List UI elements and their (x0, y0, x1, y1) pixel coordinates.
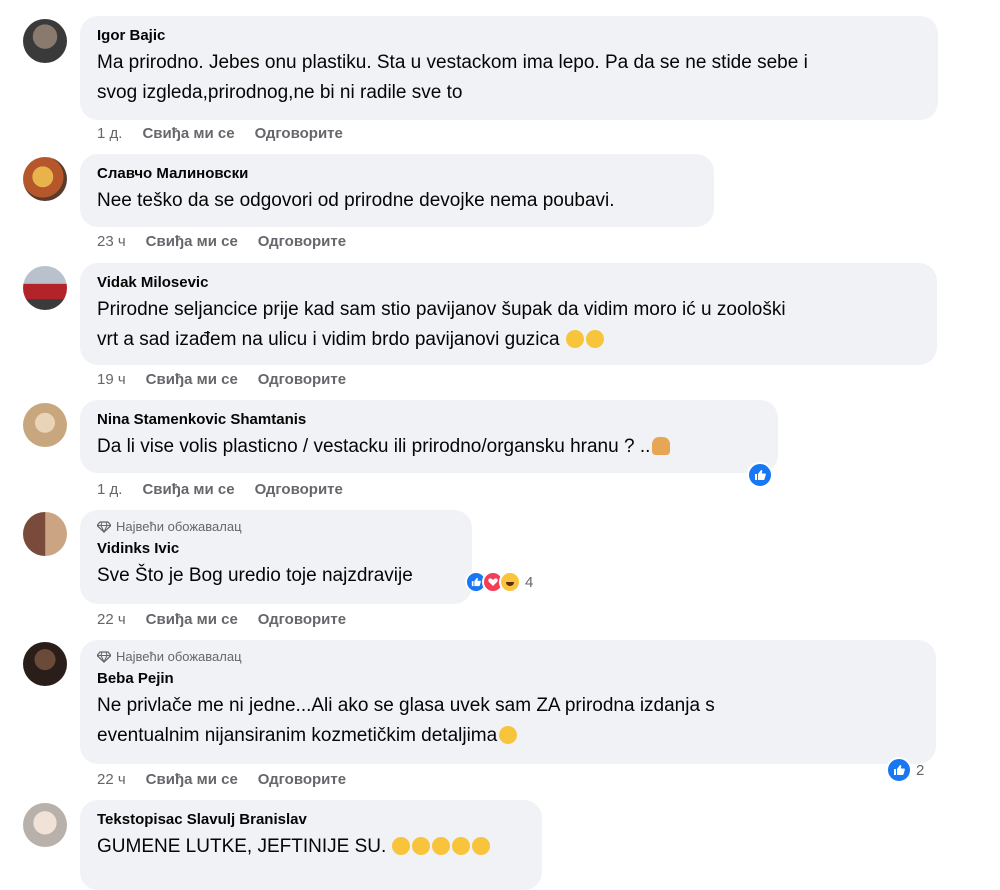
diamond-icon (97, 521, 111, 533)
comment-time[interactable]: 22 ч (97, 611, 126, 628)
smiling-face-emoji-icon (499, 726, 518, 744)
avatar[interactable] (23, 19, 67, 63)
avatar[interactable] (23, 157, 67, 201)
sad-face-emoji-icon (565, 330, 584, 348)
reaction-count: 2 (916, 761, 925, 779)
avatar[interactable] (23, 403, 67, 447)
like-button[interactable]: Свиђа ми се (142, 125, 234, 142)
comment-time[interactable]: 1 д. (97, 481, 122, 498)
comment-bubble: Vidak Milosevic Prirodne seljancice prij… (80, 263, 937, 365)
top-fan-label: Највећи обожавалац (116, 649, 242, 664)
comment-text-fragment: Da li vise volis plasticno / vestacku il… (97, 436, 651, 457)
laughing-emoji-icon (412, 837, 431, 855)
comment-author[interactable]: Igor Bajic (97, 26, 920, 45)
reaction-summary[interactable]: 4 (465, 571, 533, 593)
comment-text-line: svog izgleda,prirodnog,ne bi ni radile s… (97, 82, 463, 103)
avatar[interactable] (23, 266, 67, 310)
person-emoji-icon (652, 437, 671, 455)
comment-author[interactable]: Beba Pejin (97, 669, 918, 688)
reaction-summary[interactable] (747, 462, 773, 488)
comment-actions: 19 ч Свиђа ми се Одговорите (97, 371, 346, 388)
comment-actions: 1 д. Свиђа ми се Одговорите (97, 125, 343, 142)
like-reaction-icon (747, 462, 773, 488)
comment-bubble: Igor Bajic Ma prirodno. Jebes onu plasti… (80, 16, 938, 120)
comment-text: Ne privlače me ni jedne...Ali ako se gla… (97, 691, 918, 751)
laughing-emoji-icon (392, 837, 411, 855)
comment-text-line: Prirodne seljancice prije kad sam stio p… (97, 299, 786, 320)
reaction-summary[interactable]: 2 (886, 757, 924, 783)
comment-text-line: vrt a sad izađem na ulicu i vidim brdo p… (97, 325, 919, 355)
top-fan-badge: Највећи обожавалац (97, 649, 918, 665)
top-fan-label: Највећи обожавалац (116, 519, 242, 534)
comment-text-line: Ne privlače me ni jedne...Ali ako se gla… (97, 695, 715, 716)
reply-button[interactable]: Одговорите (255, 481, 343, 498)
comment-author[interactable]: Vidinks Ivic (97, 539, 454, 558)
comment-text-line: Ma prirodno. Jebes onu plastiku. Sta u v… (97, 52, 808, 73)
comment-actions: 22 ч Свиђа ми се Одговорите (97, 771, 346, 788)
haha-reaction-icon (499, 571, 521, 593)
comment-author[interactable]: Nina Stamenkovic Shamtanis (97, 410, 760, 429)
laughing-emoji-icon (452, 837, 471, 855)
comment-bubble: Tekstopisac Slavulj Branislav GUMENE LUT… (80, 800, 542, 890)
comment-text-line: eventualnim nijansiranim kozmetičkim det… (97, 721, 918, 751)
comment-actions: 1 д. Свиђа ми се Одговорите (97, 481, 343, 498)
comment-text-fragment: eventualnim nijansiranim kozmetičkim det… (97, 725, 498, 746)
comment-text-line: Sve Što je Bog uredio toje najzdravije (97, 565, 413, 586)
reaction-count: 4 (525, 573, 534, 591)
comment-text-line: Nee teško da se odgovori od prirodne dev… (97, 190, 615, 211)
comment-time[interactable]: 22 ч (97, 771, 126, 788)
comment-text-line: Da li vise volis plasticno / vestacku il… (97, 432, 760, 462)
comment-text: Prirodne seljancice prije kad sam stio p… (97, 295, 919, 355)
comment-text: GUMENE LUTKE, JEFTINIJE SU. (97, 832, 524, 862)
comment-text: Nee teško da se odgovori od prirodne dev… (97, 186, 696, 216)
comment-time[interactable]: 1 д. (97, 125, 122, 142)
reply-button[interactable]: Одговорите (258, 233, 346, 250)
comment-time[interactable]: 23 ч (97, 233, 126, 250)
comment-text-fragment: vrt a sad izađem na ulicu i vidim brdo p… (97, 329, 560, 350)
diamond-icon (97, 651, 111, 663)
comment-text: Sve Što je Bog uredio toje najzdravije (97, 561, 454, 591)
comment-author[interactable]: Славчо Малиновски (97, 164, 696, 183)
comment-text-line: GUMENE LUTKE, JEFTINIJE SU. (97, 832, 524, 862)
reply-button[interactable]: Одговорите (258, 611, 346, 628)
comment-time[interactable]: 19 ч (97, 371, 126, 388)
comment-bubble: Највећи обожавалац Beba Pejin Ne privlač… (80, 640, 936, 764)
avatar[interactable] (23, 642, 67, 686)
comment-bubble: Славчо Малиновски Nee teško da se odgovo… (80, 154, 714, 227)
comment-actions: 23 ч Свиђа ми се Одговорите (97, 233, 346, 250)
like-button[interactable]: Свиђа ми се (146, 611, 238, 628)
crying-face-emoji-icon (585, 330, 604, 348)
like-button[interactable]: Свиђа ми се (146, 233, 238, 250)
laughing-emoji-icon (472, 837, 491, 855)
top-fan-badge: Највећи обожавалац (97, 519, 454, 535)
reply-button[interactable]: Одговорите (258, 371, 346, 388)
like-button[interactable]: Свиђа ми се (146, 771, 238, 788)
reply-button[interactable]: Одговорите (255, 125, 343, 142)
comment-text: Da li vise volis plasticno / vestacku il… (97, 432, 760, 462)
comment-bubble: Nina Stamenkovic Shamtanis Da li vise vo… (80, 400, 778, 473)
like-reaction-icon (886, 757, 912, 783)
comment-text: Ma prirodno. Jebes onu plastiku. Sta u v… (97, 48, 920, 108)
reply-button[interactable]: Одговорите (258, 771, 346, 788)
comment-bubble: Највећи обожавалац Vidinks Ivic Sve Što … (80, 510, 472, 604)
comment-text-fragment: GUMENE LUTKE, JEFTINIJE SU. (97, 836, 387, 857)
avatar[interactable] (23, 803, 67, 847)
avatar[interactable] (23, 512, 67, 556)
comment-author[interactable]: Vidak Milosevic (97, 273, 919, 292)
comment-actions: 22 ч Свиђа ми се Одговорите (97, 611, 346, 628)
like-button[interactable]: Свиђа ми се (142, 481, 234, 498)
like-button[interactable]: Свиђа ми се (146, 371, 238, 388)
laughing-emoji-icon (432, 837, 451, 855)
comment-author[interactable]: Tekstopisac Slavulj Branislav (97, 810, 524, 829)
